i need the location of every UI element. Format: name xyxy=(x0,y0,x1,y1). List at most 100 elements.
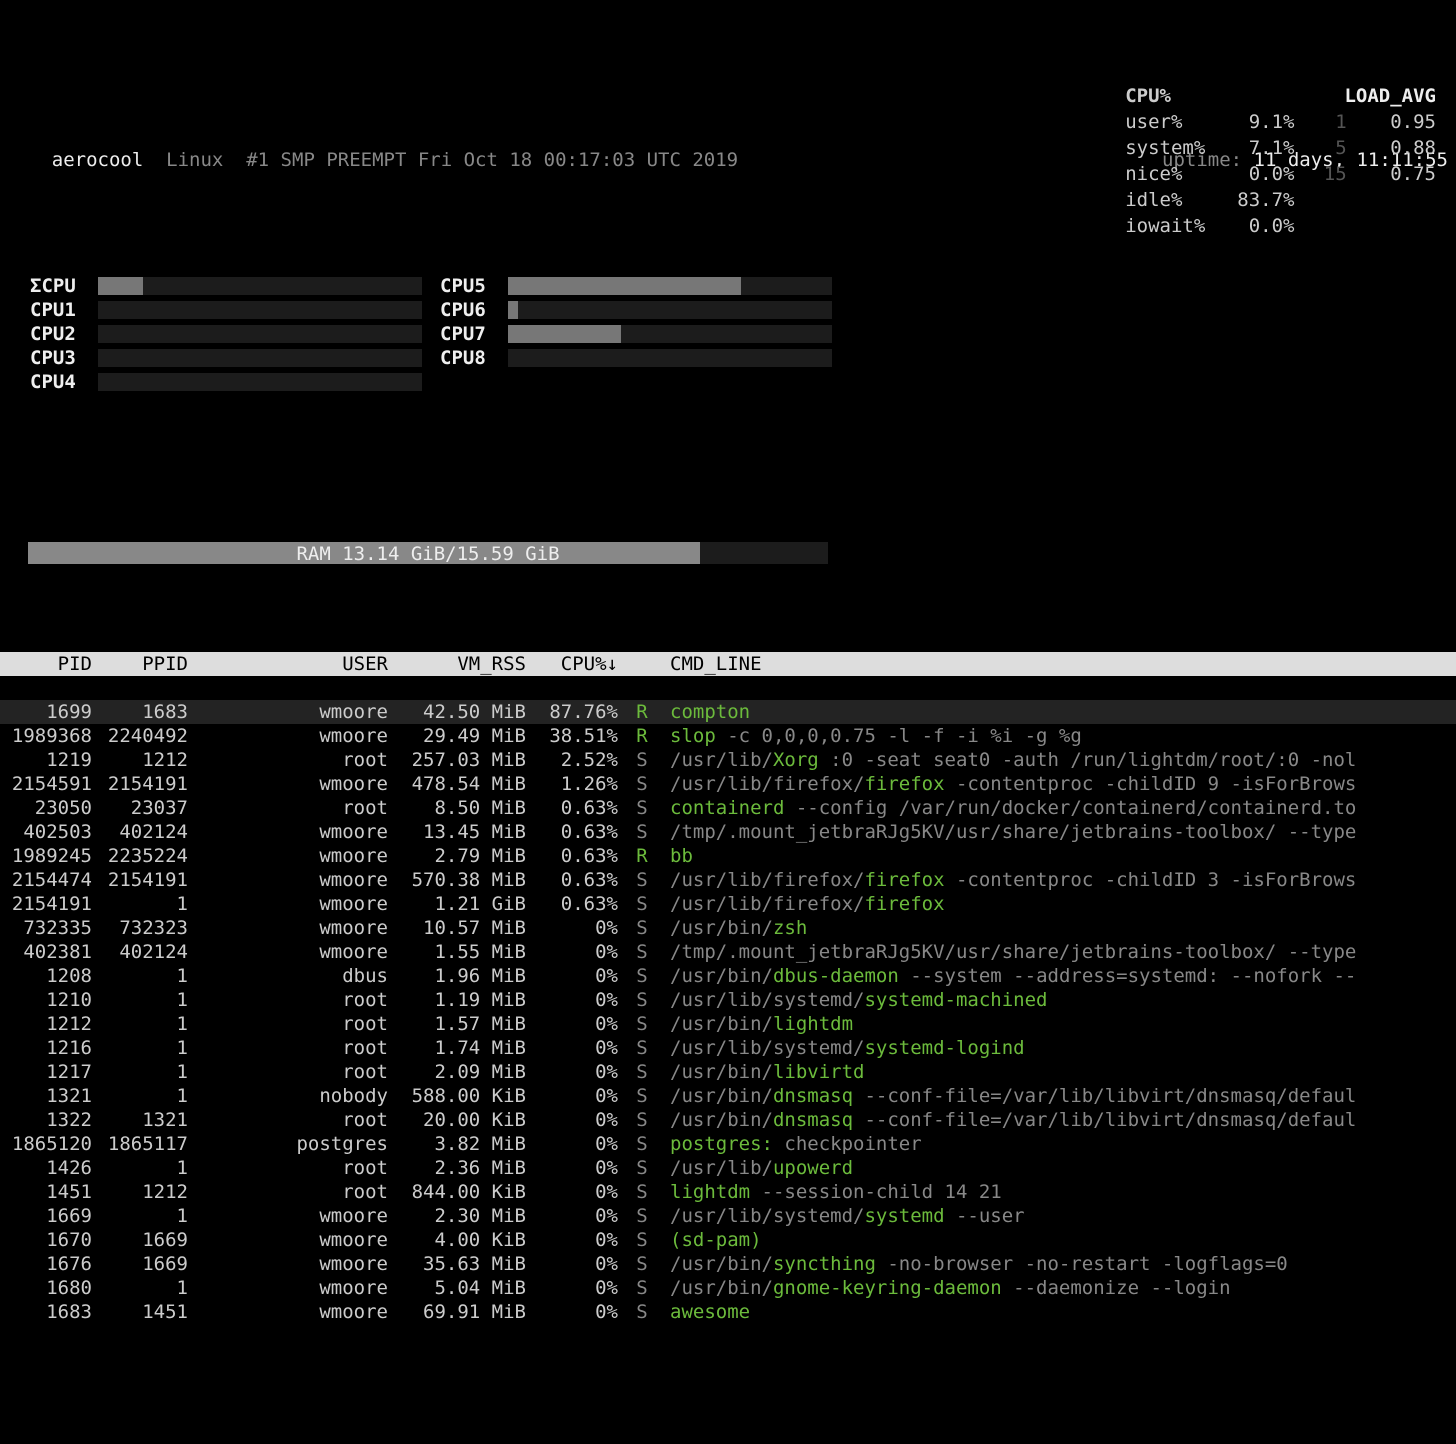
cell-rss: 2.79 MiB xyxy=(394,844,532,868)
cpu-bar-bg xyxy=(508,325,832,343)
cell-rss: 5.04 MiB xyxy=(394,1276,532,1300)
table-row[interactable]: 16991683wmoore42.50 MiB87.76%Rcompton xyxy=(0,700,1456,724)
cell-pid: 1216 xyxy=(2,1036,98,1060)
cell-cpu: 0% xyxy=(532,1060,624,1084)
stat-label: user% xyxy=(1125,110,1235,134)
stat-value: 0.0% xyxy=(1237,162,1302,186)
cell-user: wmoore xyxy=(194,820,394,844)
cell-cmd: /usr/bin/lightdm xyxy=(660,1012,1454,1036)
table-row[interactable]: 13221321root20.00 KiB0%S/usr/bin/dnsmasq… xyxy=(0,1108,1456,1132)
table-row[interactable]: 16701669wmoore4.00 KiB0%S(sd-pam) xyxy=(0,1228,1456,1252)
cell-state: S xyxy=(624,1036,660,1060)
cell-user: root xyxy=(194,988,394,1012)
table-row[interactable]: 402381402124wmoore1.55 MiB0%S/tmp/.mount… xyxy=(0,940,1456,964)
cell-rss: 3.82 MiB xyxy=(394,1132,532,1156)
cell-ppid: 1683 xyxy=(98,700,194,724)
cell-cmd: /usr/lib/firefox/firefox -contentproc -c… xyxy=(660,772,1454,796)
cell-cpu: 0% xyxy=(532,1132,624,1156)
table-row[interactable]: 21541911wmoore1.21 GiB0.63%S/usr/lib/fir… xyxy=(0,892,1456,916)
table-row[interactable]: 12191212root257.03 MiB2.52%S/usr/lib/Xor… xyxy=(0,748,1456,772)
cell-pid: 402503 xyxy=(2,820,98,844)
cell-state: S xyxy=(624,1300,660,1324)
col-cmd[interactable]: CMD_LINE xyxy=(660,652,1454,676)
cell-user: wmoore xyxy=(194,1204,394,1228)
table-row[interactable]: 12161root1.74 MiB0%S/usr/lib/systemd/sys… xyxy=(0,1036,1456,1060)
table-row[interactable]: 2305023037root8.50 MiB0.63%Scontainerd -… xyxy=(0,796,1456,820)
cell-ppid: 1669 xyxy=(98,1228,194,1252)
cell-cpu: 0% xyxy=(532,1228,624,1252)
table-row[interactable]: 12081dbus1.96 MiB0%S/usr/bin/dbus-daemon… xyxy=(0,964,1456,988)
cell-state: S xyxy=(624,1108,660,1132)
cell-pid: 1670 xyxy=(2,1228,98,1252)
table-row[interactable]: 16831451wmoore69.91 MiB0%Sawesome xyxy=(0,1300,1456,1324)
cpu-bar-fill xyxy=(98,277,143,295)
table-row[interactable]: 16691wmoore2.30 MiB0%S/usr/lib/systemd/s… xyxy=(0,1204,1456,1228)
table-row[interactable]: 16761669wmoore35.63 MiB0%S/usr/bin/synct… xyxy=(0,1252,1456,1276)
table-row[interactable]: 12121root1.57 MiB0%S/usr/bin/lightdm xyxy=(0,1012,1456,1036)
cell-pid: 2154474 xyxy=(2,868,98,892)
cell-user: root xyxy=(194,1156,394,1180)
cell-ppid: 1 xyxy=(98,1204,194,1228)
process-table-body[interactable]: 16991683wmoore42.50 MiB87.76%Rcompton198… xyxy=(0,700,1456,1324)
cell-ppid: 1321 xyxy=(98,1108,194,1132)
table-row[interactable]: 19892452235224wmoore2.79 MiB0.63%Rbb xyxy=(0,844,1456,868)
cell-ppid: 23037 xyxy=(98,796,194,820)
load-value xyxy=(1357,188,1444,212)
table-row[interactable]: 16801wmoore5.04 MiB0%S/usr/bin/gnome-key… xyxy=(0,1276,1456,1300)
cell-cpu: 0% xyxy=(532,988,624,1012)
col-user[interactable]: USER xyxy=(194,652,394,676)
load-value xyxy=(1357,214,1444,238)
cell-state: S xyxy=(624,1060,660,1084)
cell-rss: 29.49 MiB xyxy=(394,724,532,748)
table-row[interactable]: 14261root2.36 MiB0%S/usr/lib/upowerd xyxy=(0,1156,1456,1180)
table-row[interactable]: 402503402124wmoore13.45 MiB0.63%S/tmp/.m… xyxy=(0,820,1456,844)
col-ppid[interactable]: PPID xyxy=(98,652,194,676)
cpu-label: CPU6 xyxy=(440,298,508,322)
cell-user: root xyxy=(194,1108,394,1132)
stat-value: 7.1% xyxy=(1237,136,1302,160)
table-row[interactable]: 21545912154191wmoore478.54 MiB1.26%S/usr… xyxy=(0,772,1456,796)
cell-ppid: 1 xyxy=(98,892,194,916)
col-cpu[interactable]: CPU%↓ xyxy=(532,652,624,676)
cell-ppid: 1212 xyxy=(98,1180,194,1204)
cpu-label: CPU3 xyxy=(30,346,98,370)
cpu-bar: CPU6 xyxy=(440,298,850,322)
cpu-bar-bg xyxy=(508,349,832,367)
cell-ppid: 1865117 xyxy=(98,1132,194,1156)
cell-pid: 1426 xyxy=(2,1156,98,1180)
cpu-bar-bg xyxy=(98,373,422,391)
stat-label: iowait% xyxy=(1125,214,1235,238)
cell-pid: 732335 xyxy=(2,916,98,940)
cpu-bar: CPU3 xyxy=(30,346,440,370)
table-row[interactable]: 19893682240492wmoore29.49 MiB38.51%Rslop… xyxy=(0,724,1456,748)
cell-user: root xyxy=(194,1012,394,1036)
cell-ppid: 1 xyxy=(98,964,194,988)
table-row[interactable]: 21544742154191wmoore570.38 MiB0.63%S/usr… xyxy=(0,868,1456,892)
table-row[interactable]: 12171root2.09 MiB0%S/usr/bin/libvirtd xyxy=(0,1060,1456,1084)
table-row[interactable]: 12101root1.19 MiB0%S/usr/lib/systemd/sys… xyxy=(0,988,1456,1012)
cell-rss: 2.30 MiB xyxy=(394,1204,532,1228)
load-value: 0.95 xyxy=(1357,110,1444,134)
table-row[interactable]: 732335732323wmoore10.57 MiB0%S/usr/bin/z… xyxy=(0,916,1456,940)
col-rss[interactable]: VM_RSS xyxy=(394,652,532,676)
cell-user: root xyxy=(194,1036,394,1060)
cell-cmd: lightdm --session-child 14 21 xyxy=(660,1180,1454,1204)
cell-pid: 2154191 xyxy=(2,892,98,916)
table-row[interactable]: 13211nobody588.00 KiB0%S/usr/bin/dnsmasq… xyxy=(0,1084,1456,1108)
cell-cmd: awesome xyxy=(660,1300,1454,1324)
cell-cmd: (sd-pam) xyxy=(660,1228,1454,1252)
cell-ppid: 1 xyxy=(98,1276,194,1300)
cell-user: wmoore xyxy=(194,1228,394,1252)
table-row[interactable]: 14511212root844.00 KiB0%Slightdm --sessi… xyxy=(0,1180,1456,1204)
cell-rss: 1.57 MiB xyxy=(394,1012,532,1036)
cell-cpu: 2.52% xyxy=(532,748,624,772)
process-table-header[interactable]: PID PPID USER VM_RSS CPU%↓ CMD_LINE xyxy=(0,652,1456,676)
cell-cmd: /tmp/.mount_jetbraRJg5KV/usr/share/jetbr… xyxy=(660,820,1454,844)
table-row[interactable]: 18651201865117postgres3.82 MiB0%Spostgre… xyxy=(0,1132,1456,1156)
cell-user: wmoore xyxy=(194,724,394,748)
cell-user: root xyxy=(194,1180,394,1204)
cell-state: S xyxy=(624,1204,660,1228)
cpu-bar: CPU8 xyxy=(440,346,850,370)
col-pid[interactable]: PID xyxy=(2,652,98,676)
cell-ppid: 2240492 xyxy=(98,724,194,748)
